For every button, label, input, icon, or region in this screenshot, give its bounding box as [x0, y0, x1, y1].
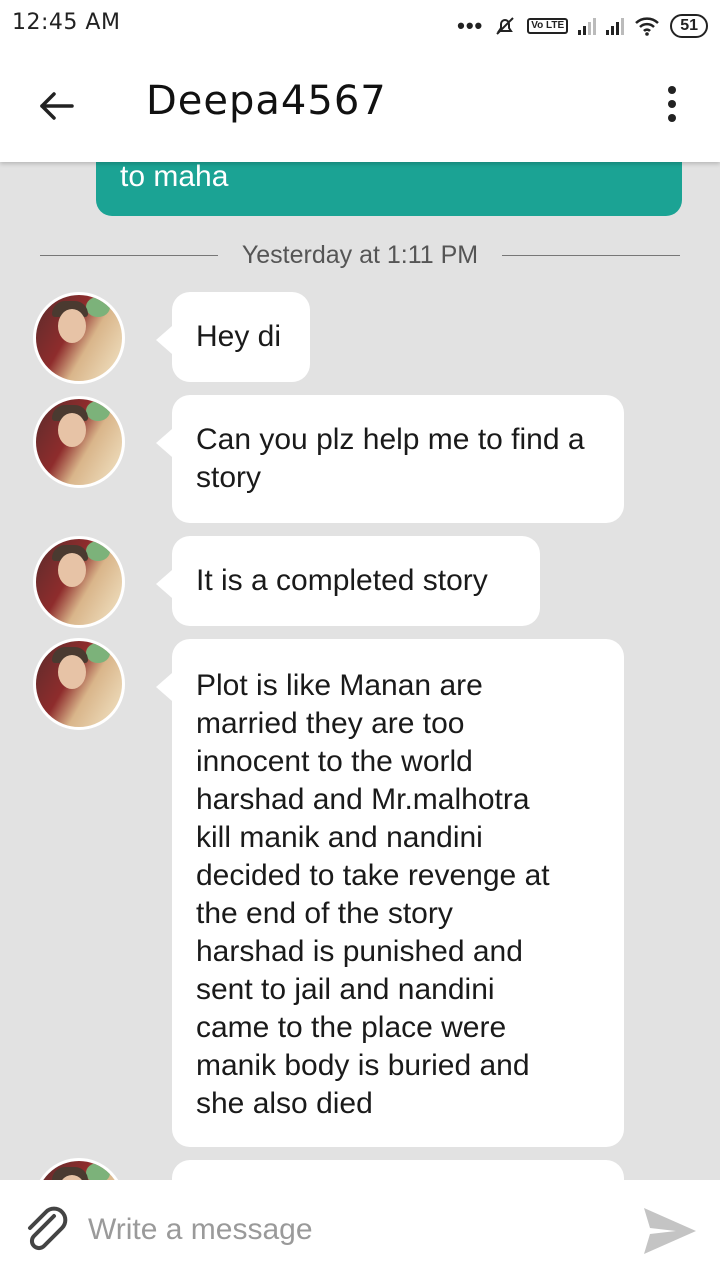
notifications-off-icon	[496, 17, 514, 35]
message-text: Can you plz help me to find a story	[196, 423, 585, 494]
signal-icon-2	[606, 17, 625, 35]
message-input[interactable]	[88, 1210, 608, 1250]
message-composer	[0, 1180, 720, 1280]
volte-icon: Vo LTE	[527, 18, 569, 34]
battery-icon: 51	[670, 14, 708, 38]
send-icon[interactable]	[640, 1204, 698, 1258]
message-text: Plot is like Manan are married they are …	[196, 669, 550, 1120]
conversation-title: Deepa4567	[146, 78, 387, 124]
more-dots-icon: •••	[457, 13, 484, 38]
message-text: Hey di	[196, 320, 282, 353]
divider-line	[502, 254, 681, 256]
avatar[interactable]	[33, 536, 125, 628]
wifi-icon	[635, 17, 660, 36]
sent-message-bubble[interactable]: to maha	[96, 162, 682, 216]
more-vertical-icon[interactable]	[660, 86, 684, 126]
sent-message-text: to maha	[120, 162, 229, 193]
paperclip-icon[interactable]	[20, 1204, 72, 1256]
chat-thread[interactable]: to maha Yesterday at 1:11 PM Hey di Can …	[0, 162, 720, 1180]
arrow-left-icon[interactable]	[36, 86, 76, 126]
avatar[interactable]	[33, 1158, 125, 1180]
divider-line	[40, 254, 218, 256]
avatar[interactable]	[33, 638, 125, 730]
received-message-bubble[interactable]: It is a completed story	[156, 536, 540, 626]
status-time: 12:45 AM	[12, 10, 121, 35]
signal-icon	[578, 17, 597, 35]
avatar[interactable]	[33, 292, 125, 384]
status-icons: ••• Vo LTE 51	[457, 12, 708, 40]
app-bar: Deepa4567	[0, 50, 720, 162]
avatar[interactable]	[33, 396, 125, 488]
status-bar: 12:45 AM ••• Vo LTE 51	[0, 0, 720, 50]
date-divider-label: Yesterday at 1:11 PM	[241, 240, 479, 269]
received-message-bubble-partial[interactable]	[172, 1160, 624, 1180]
message-text: It is a completed story	[196, 564, 488, 597]
received-message-bubble[interactable]: Plot is like Manan are married they are …	[156, 639, 624, 1147]
received-message-bubble[interactable]: Can you plz help me to find a story	[156, 395, 624, 523]
received-message-bubble[interactable]: Hey di	[156, 292, 310, 382]
date-divider: Yesterday at 1:11 PM	[40, 240, 681, 270]
